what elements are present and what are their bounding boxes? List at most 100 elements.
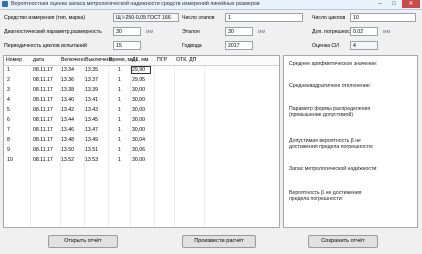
si-label: Средство измерения (тип, марка) — [4, 15, 85, 21]
cell-date[interactable]: 08.11.17 — [33, 157, 53, 163]
cell-number[interactable]: 2 — [7, 77, 10, 83]
col-header-d1[interactable]: Д1, мм — [132, 57, 148, 63]
table-row[interactable]: 4 08.11.17 13.40 13.41 1 30,00 — [4, 96, 279, 105]
cell-number[interactable]: 10 — [7, 157, 13, 163]
cell-on[interactable]: 13.36 — [61, 77, 74, 83]
std-label: Среднеквадратичное отклонение: — [289, 83, 372, 89]
title-bar: Вероятностная оценка запаса метрологичес… — [0, 0, 422, 10]
grade-field[interactable]: 4 — [350, 41, 378, 50]
save-report-button[interactable]: Сохранить отчёт — [308, 235, 378, 248]
cell-d1[interactable]: 30,00 — [132, 127, 145, 133]
cell-time[interactable]: 1 — [118, 67, 121, 73]
col-header-on[interactable]: Включено — [61, 57, 85, 63]
cell-number[interactable]: 8 — [7, 137, 10, 143]
table-row[interactable]: 10 08.11.17 13.52 13.53 1 30,00 — [4, 156, 279, 165]
cell-date[interactable]: 08.11.17 — [33, 137, 53, 143]
cell-d1[interactable]: 30,00 — [132, 87, 145, 93]
cell-on[interactable]: 13.42 — [61, 107, 74, 113]
cell-number[interactable]: 6 — [7, 117, 10, 123]
table-row[interactable]: 8 08.11.17 13.48 13.49 1 30,04 — [4, 136, 279, 145]
cell-date[interactable]: 08.11.17 — [33, 107, 53, 113]
cell-off[interactable]: 13.43 — [85, 107, 98, 113]
cell-time[interactable]: 1 — [118, 107, 121, 113]
cell-d1[interactable]: 30,00 — [132, 157, 145, 163]
cell-date[interactable]: 08.11.17 — [33, 77, 53, 83]
cell-date[interactable]: 08.11.17 — [33, 127, 53, 133]
cell-on[interactable]: 13.50 — [61, 147, 74, 153]
cell-number[interactable]: 3 — [7, 87, 10, 93]
cell-on[interactable]: 13.34 — [61, 67, 74, 73]
cell-on[interactable]: 13.40 — [61, 97, 74, 103]
cell-off[interactable]: 13.45 — [85, 117, 98, 123]
table-row[interactable]: 6 08.11.17 13.44 13.45 1 30,00 — [4, 116, 279, 125]
cell-on[interactable]: 13.52 — [61, 157, 74, 163]
cell-time[interactable]: 1 — [118, 97, 121, 103]
cycles-field[interactable]: 10 — [350, 13, 416, 22]
cell-time[interactable]: 1 — [118, 127, 121, 133]
cell-date[interactable]: 08.11.17 — [33, 117, 53, 123]
dop-field[interactable]: 0,02 — [350, 27, 378, 36]
cell-d1[interactable]: 30,00 — [132, 97, 145, 103]
cell-number[interactable]: 5 — [7, 107, 10, 113]
cell-d1[interactable]: 29,95 — [132, 77, 145, 83]
cell-on[interactable]: 13.46 — [61, 127, 74, 133]
cell-number[interactable]: 9 — [7, 147, 10, 153]
data-grid[interactable]: Номер дата Включено Выключено Время, мин… — [3, 55, 280, 228]
cell-d1[interactable]: 30,06 — [132, 147, 145, 153]
cell-time[interactable]: 1 — [118, 117, 121, 123]
col-header-date[interactable]: дата — [33, 57, 44, 63]
cell-date[interactable]: 08.11.17 — [33, 97, 53, 103]
close-button[interactable]: ✕ — [402, 0, 420, 8]
cell-number[interactable]: 7 — [7, 127, 10, 133]
cell-on[interactable]: 13.44 — [61, 117, 74, 123]
cell-off[interactable]: 13.53 — [85, 157, 98, 163]
col-header-pgr[interactable]: ПГР — [157, 57, 167, 63]
col-header-number[interactable]: Номер — [6, 57, 22, 63]
grid-header: Номер дата Включено Выключено Время, мин… — [4, 56, 279, 66]
table-row[interactable]: 5 08.11.17 13.42 13.43 1 30,00 — [4, 106, 279, 115]
minimize-button[interactable]: – — [374, 0, 386, 8]
cell-time[interactable]: 1 — [118, 137, 121, 143]
table-row[interactable]: 9 08.11.17 13.50 13.51 1 30,06 — [4, 146, 279, 155]
open-report-button[interactable]: Открыть отчёт — [48, 235, 118, 248]
table-row[interactable]: 3 08.11.17 13.38 13.39 1 30,00 — [4, 86, 279, 95]
cell-off[interactable]: 13.37 — [85, 77, 98, 83]
cell-d1[interactable]: 30,00 — [132, 107, 145, 113]
cell-time[interactable]: 1 — [118, 77, 121, 83]
cell-off[interactable]: 13.49 — [85, 137, 98, 143]
grade-label: Оценка СИ — [312, 43, 339, 49]
cell-off[interactable]: 13.51 — [85, 147, 98, 153]
maximize-button[interactable]: □ — [388, 0, 400, 8]
period-label: Периодичность циклов испытаний — [4, 43, 87, 49]
table-row[interactable]: 2 08.11.17 13.36 13.37 1 29,95 — [4, 76, 279, 85]
cell-time[interactable]: 1 — [118, 147, 121, 153]
cell-number[interactable]: 4 — [7, 97, 10, 103]
si-field[interactable]: Щ I-250-0,05 ГОСТ 166 — [113, 13, 179, 22]
mean-label: Среднее арифметическое значение: — [289, 61, 378, 67]
cell-date[interactable]: 08.11.17 — [33, 147, 53, 153]
cell-date[interactable]: 08.11.17 — [33, 87, 53, 93]
year-field[interactable]: 2017 — [225, 41, 253, 50]
compute-button[interactable]: Произвести расчёт — [182, 235, 256, 248]
diag-unit: мм — [146, 29, 154, 35]
cell-time[interactable]: 1 — [118, 157, 121, 163]
cell-date[interactable]: 08.11.17 — [33, 67, 53, 73]
cell-on[interactable]: 13.48 — [61, 137, 74, 143]
cell-off[interactable]: 13.47 — [85, 127, 98, 133]
table-row[interactable]: 7 08.11.17 13.46 13.47 1 30,00 — [4, 126, 279, 135]
col-header-otk[interactable]: ОТК. ДП — [176, 57, 196, 63]
period-field[interactable]: 15 — [113, 41, 141, 50]
cell-d1[interactable]: 29,90 — [132, 67, 145, 73]
cell-time[interactable]: 1 — [118, 87, 121, 93]
cell-off[interactable]: 13.41 — [85, 97, 98, 103]
cell-on[interactable]: 13.38 — [61, 87, 74, 93]
table-row[interactable]: 1 08.11.17 13.34 13.35 1 29,90 — [4, 66, 279, 75]
cell-d1[interactable]: 30,00 — [132, 117, 145, 123]
cell-d1[interactable]: 30,04 — [132, 137, 145, 143]
diag-field[interactable]: 30 — [113, 27, 141, 36]
cell-off[interactable]: 13.39 — [85, 87, 98, 93]
cell-number[interactable]: 1 — [7, 67, 10, 73]
steps-field[interactable]: 1 — [225, 13, 303, 22]
cell-off[interactable]: 13.35 — [85, 67, 98, 73]
etalon-field[interactable]: 30 — [225, 27, 253, 36]
